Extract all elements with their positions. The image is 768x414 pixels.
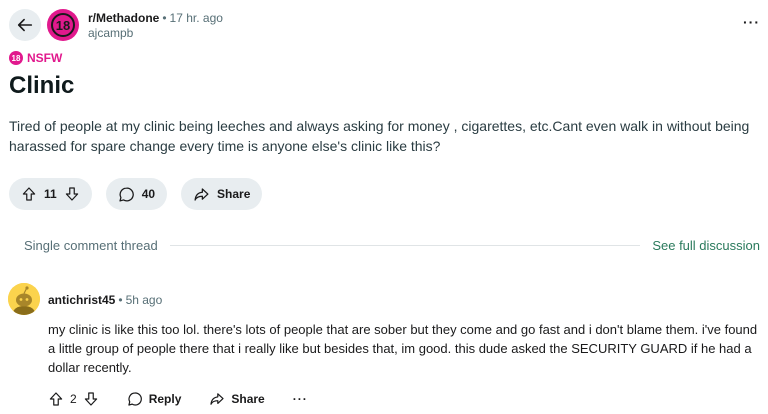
thread-bar: Single comment thread See full discussio… [9,237,760,253]
comment-user-avatar[interactable] [8,283,40,315]
subreddit-avatar[interactable]: 18 [47,9,79,41]
meta-separator: • [118,293,123,307]
share-icon [210,393,224,405]
meta-separator: • [162,11,167,25]
share-icon [194,187,209,201]
post-actions: 11 40 Share [9,178,263,210]
comment-meta: antichrist45 • 5h ago [48,293,162,307]
downvote-icon[interactable] [83,391,99,407]
reply-button[interactable]: Reply [127,391,182,407]
see-full-discussion-link[interactable]: See full discussion [652,238,760,253]
vote-pill: 11 [9,178,92,210]
post-author[interactable]: ajcampb [88,26,223,41]
comment-time: 5h ago [125,293,163,307]
comment-share-label: Share [231,392,265,406]
subreddit-avatar-text: 18 [51,13,75,37]
comment-overflow-button[interactable]: ··· [293,392,308,406]
more-icon: ··· [743,14,760,30]
post-time: 17 hr. ago [169,11,223,25]
comment-author[interactable]: antichrist45 [48,293,115,307]
comments-button[interactable]: 40 [105,178,168,210]
comment-icon [119,186,134,202]
snoo-avatar-icon [8,283,40,315]
nsfw-tag: 18 NSFW [9,51,62,65]
comment-share-button[interactable]: Share [209,391,265,407]
comment-vote: 2 [48,391,99,407]
divider [169,244,641,246]
upvote-icon[interactable] [21,186,37,202]
comment-count: 40 [141,187,156,201]
post-meta: r/Methadone • 17 hr. ago ajcampb [88,11,223,41]
nsfw-label: NSFW [27,51,63,65]
share-label: Share [217,187,251,201]
reply-label: Reply [148,392,182,406]
back-button[interactable] [9,9,41,41]
downvote-icon[interactable] [64,186,80,202]
more-icon: ··· [292,392,308,406]
overflow-menu-button[interactable]: ··· [743,14,760,30]
upvote-icon[interactable] [48,391,64,407]
nsfw-icon: 18 [9,51,23,65]
vote-count: 11 [44,187,57,201]
comment-vote-count: 2 [70,392,77,406]
post-body: Tired of people at my clinic being leech… [9,118,750,154]
post-title: Clinic [9,72,75,99]
share-button[interactable]: Share [181,178,263,210]
comment-actions: 2 Reply Share ··· [48,391,308,407]
single-thread-label: Single comment thread [24,237,158,253]
comment-icon [128,392,142,406]
comment-body: my clinic is like this too lol. there's … [48,322,758,375]
arrow-left-icon [17,18,33,32]
subreddit-link[interactable]: r/Methadone [88,11,159,25]
